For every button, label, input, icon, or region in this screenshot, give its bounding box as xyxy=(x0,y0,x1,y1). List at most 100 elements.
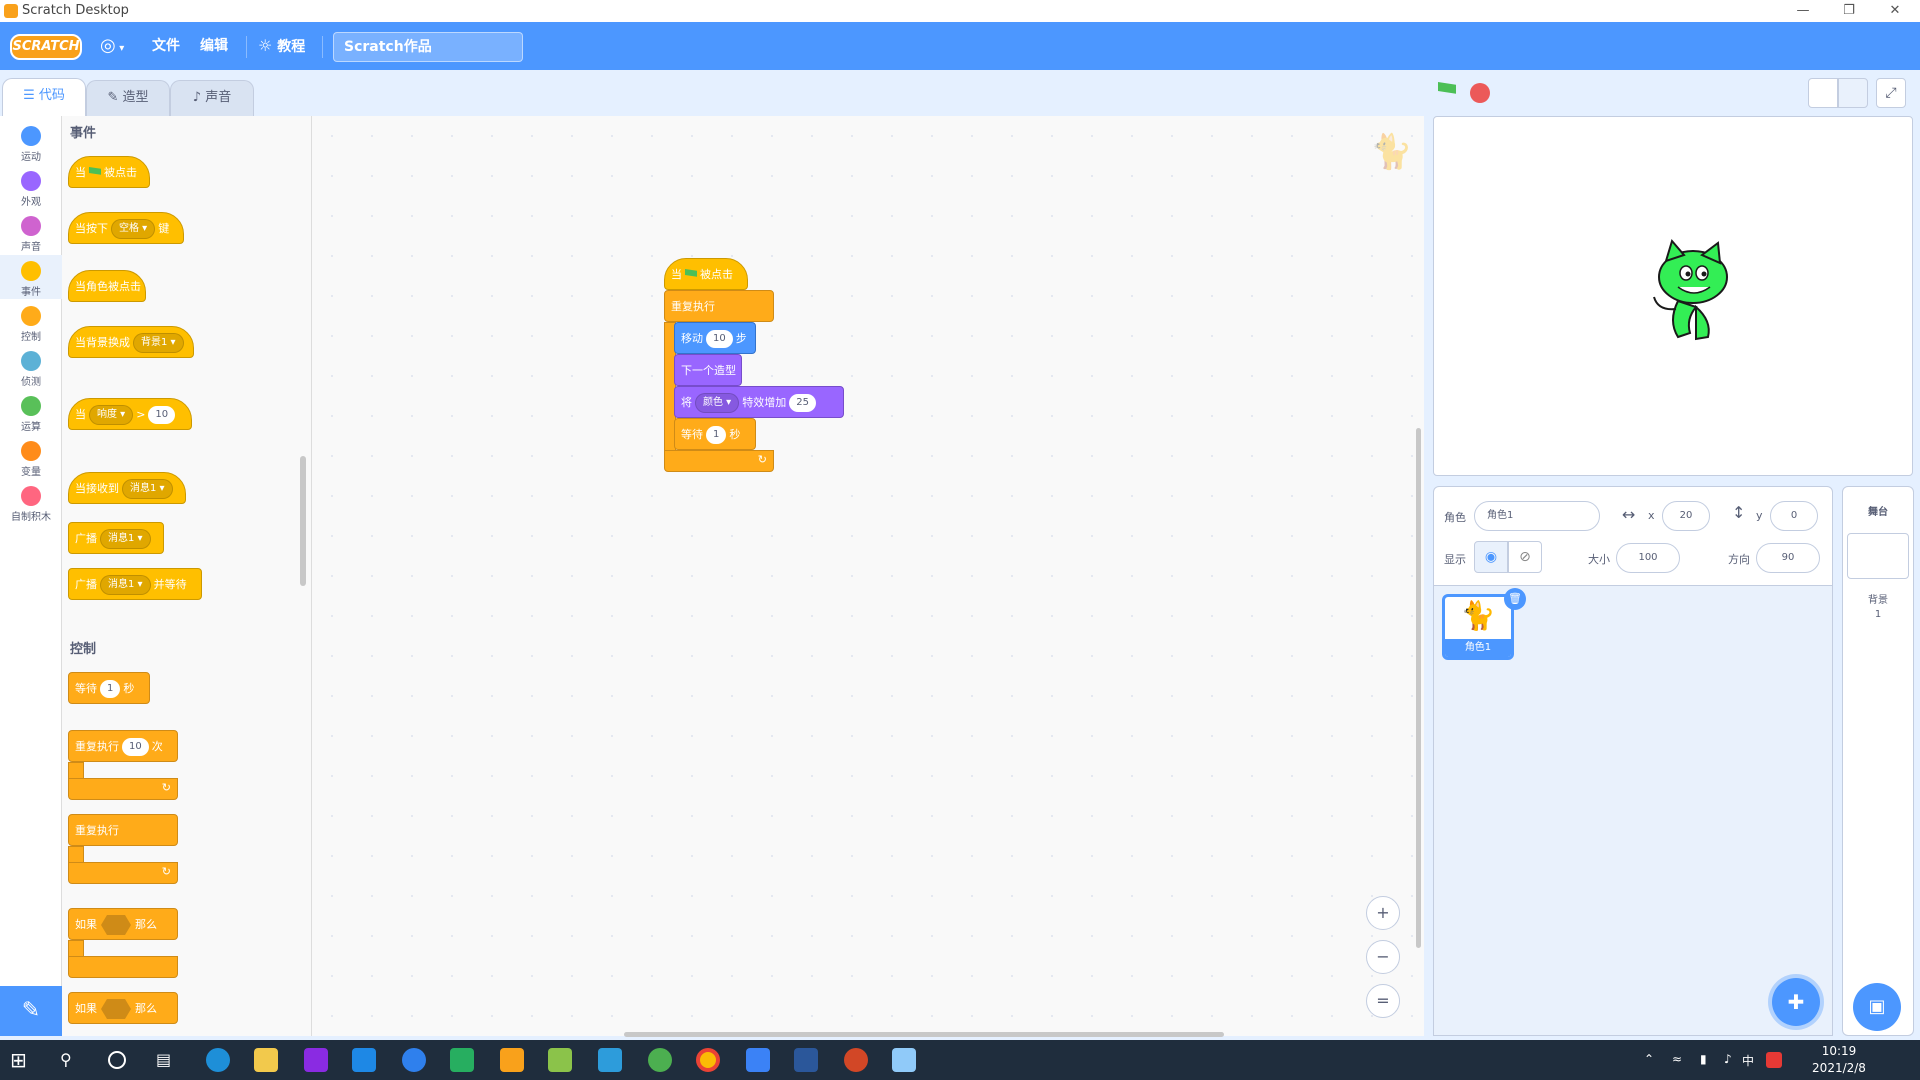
block-when-sprite-clicked[interactable]: 当角色被点击 xyxy=(68,270,146,302)
edit-menu[interactable]: 编辑 xyxy=(200,22,228,70)
key-dropdown[interactable]: 空格 ▾ xyxy=(111,219,156,239)
zoom-reset-button[interactable]: = xyxy=(1366,984,1400,1018)
workspace-v-scrollbar[interactable] xyxy=(1416,428,1421,948)
category-5[interactable]: 侦测 xyxy=(0,345,62,389)
app-k-icon[interactable] xyxy=(402,1048,426,1072)
powerpoint-icon[interactable] xyxy=(844,1048,868,1072)
close-button[interactable]: ✕ xyxy=(1872,0,1918,22)
app-grid-icon[interactable] xyxy=(548,1048,572,1072)
stage-target-pane[interactable]: 舞台 背景 1 ▣ xyxy=(1842,486,1914,1036)
tutorials-menu[interactable]: ☼ 教程 xyxy=(258,22,305,70)
add-extension-button[interactable]: ✎ xyxy=(0,986,62,1036)
block-broadcast-and-wait[interactable]: 广播 消息1 ▾ 并等待 xyxy=(68,568,202,600)
category-2[interactable]: 声音 xyxy=(0,210,62,254)
app-bird-icon[interactable] xyxy=(746,1048,770,1072)
loudness-value-input[interactable]: 10 xyxy=(148,406,176,424)
delete-sprite-button[interactable]: 🗑 xyxy=(1504,588,1526,610)
battery-icon[interactable]: ▮ xyxy=(1700,1052,1707,1066)
size-input[interactable]: 100 xyxy=(1616,543,1680,573)
file-explorer-icon[interactable] xyxy=(254,1048,278,1072)
script-wait[interactable]: 等待 1 秒 xyxy=(674,418,756,450)
script-change-effect[interactable]: 将颜色 ▾ 特效增加 25 xyxy=(674,386,844,418)
block-broadcast[interactable]: 广播 消息1 ▾ xyxy=(68,522,164,554)
loudness-dropdown[interactable]: 响度 ▾ xyxy=(89,405,134,425)
block-when-backdrop-switches[interactable]: 当背景换成 背景1 ▾ xyxy=(68,326,194,358)
axure-rp-icon[interactable] xyxy=(304,1048,328,1072)
clock-date[interactable]: 2021/2/8 xyxy=(1800,1061,1878,1075)
app-blue-t-icon[interactable] xyxy=(598,1048,622,1072)
project-title-input[interactable]: Scratch作品 xyxy=(333,32,523,62)
palette-scrollbar[interactable] xyxy=(300,456,306,586)
condition-slot[interactable] xyxy=(101,915,131,935)
tab-costumes[interactable]: ✎ 造型 xyxy=(86,80,170,116)
word-icon[interactable] xyxy=(794,1048,818,1072)
green-flag-button[interactable] xyxy=(1438,82,1460,104)
block-wait[interactable]: 等待 1 秒 xyxy=(68,672,150,704)
script-forever[interactable]: 重复执行 xyxy=(664,290,774,322)
volume-icon[interactable]: ♪ xyxy=(1724,1052,1732,1066)
cortana-icon[interactable] xyxy=(108,1051,126,1069)
large-stage-button[interactable] xyxy=(1838,78,1868,108)
workspace-h-scrollbar[interactable] xyxy=(624,1032,1224,1037)
x-input[interactable]: 20 xyxy=(1662,501,1710,531)
block-when-loudness-gt[interactable]: 当响度 ▾ >10 xyxy=(68,398,192,430)
block-if-then-else[interactable]: 如果 那么 xyxy=(68,992,178,1024)
message-dropdown[interactable]: 消息1 ▾ xyxy=(122,479,173,499)
tab-code[interactable]: ☰ 代码 xyxy=(2,78,86,116)
maximize-button[interactable]: ❐ xyxy=(1826,0,1872,22)
wifi-icon[interactable]: ≈ xyxy=(1672,1052,1682,1066)
category-1[interactable]: 外观 xyxy=(0,165,62,209)
block-when-key-pressed[interactable]: 当按下 空格 ▾ 键 xyxy=(68,212,184,244)
fullscreen-button[interactable]: ⤢ xyxy=(1876,78,1906,108)
task-view-icon[interactable]: ▤ xyxy=(156,1048,180,1072)
stop-button[interactable] xyxy=(1470,83,1490,103)
add-sprite-button[interactable]: ✚ xyxy=(1772,978,1820,1026)
scratch-taskbar-icon[interactable] xyxy=(500,1048,524,1072)
sprite-thumbnail[interactable]: 🐈 角色1 xyxy=(1442,594,1514,660)
app-u-icon[interactable] xyxy=(352,1048,376,1072)
sogou-icon[interactable] xyxy=(1766,1052,1782,1068)
broadcast-dropdown[interactable]: 消息1 ▾ xyxy=(100,529,151,549)
category-6[interactable]: 运算 xyxy=(0,390,62,434)
stage-canvas[interactable] xyxy=(1433,116,1913,476)
broadcast-wait-dropdown[interactable]: 消息1 ▾ xyxy=(100,575,151,595)
direction-input[interactable]: 90 xyxy=(1756,543,1820,573)
script-next-costume[interactable]: 下一个造型 xyxy=(674,354,742,386)
move-steps-input[interactable]: 10 xyxy=(706,330,733,348)
cat-sprite-on-stage[interactable] xyxy=(1638,237,1748,347)
condition-slot-2[interactable] xyxy=(101,999,131,1019)
block-forever[interactable]: 重复执行 xyxy=(68,814,178,846)
zoom-in-button[interactable]: + xyxy=(1366,896,1400,930)
search-icon[interactable]: ⚲ xyxy=(60,1048,84,1072)
chrome-icon[interactable] xyxy=(696,1048,720,1072)
category-0[interactable]: 运动 xyxy=(0,120,62,164)
app-light-icon[interactable] xyxy=(892,1048,916,1072)
category-7[interactable]: 变量 xyxy=(0,435,62,479)
script-wait-input[interactable]: 1 xyxy=(706,426,727,444)
block-when-i-receive[interactable]: 当接收到 消息1 ▾ xyxy=(68,472,186,504)
wait-value-input[interactable]: 1 xyxy=(100,680,121,698)
minimize-button[interactable]: — xyxy=(1780,0,1826,22)
app-green-play-icon[interactable] xyxy=(450,1048,474,1072)
hide-sprite-button[interactable]: ⊘ xyxy=(1508,541,1542,573)
sprite-name-input[interactable]: 角色1 xyxy=(1474,501,1600,531)
effect-value-input[interactable]: 25 xyxy=(789,394,816,412)
block-repeat[interactable]: 重复执行 10 次 xyxy=(68,730,178,762)
stage-thumbnail[interactable] xyxy=(1847,533,1909,579)
block-if-then[interactable]: 如果 那么 xyxy=(68,908,178,940)
category-4[interactable]: 控制 xyxy=(0,300,62,344)
tab-sounds[interactable]: ♪ 声音 xyxy=(170,80,254,116)
file-menu[interactable]: 文件 xyxy=(152,22,180,70)
script-when-flag-clicked[interactable]: 当被点击 xyxy=(664,258,748,290)
small-stage-button[interactable] xyxy=(1808,78,1838,108)
ime-indicator[interactable]: 中 xyxy=(1742,1052,1754,1069)
zoom-out-button[interactable]: − xyxy=(1366,940,1400,974)
edge-browser-icon[interactable] xyxy=(206,1048,230,1072)
language-menu[interactable]: ◎ ▾ xyxy=(100,22,124,70)
start-button[interactable]: ⊞ xyxy=(10,1048,34,1072)
show-sprite-button[interactable]: ◉ xyxy=(1474,541,1508,573)
app-green-circle-icon[interactable] xyxy=(648,1048,672,1072)
category-3[interactable]: 事件 xyxy=(0,255,62,299)
script-move-steps[interactable]: 移动 10 步 xyxy=(674,322,756,354)
repeat-times-input[interactable]: 10 xyxy=(122,738,149,756)
